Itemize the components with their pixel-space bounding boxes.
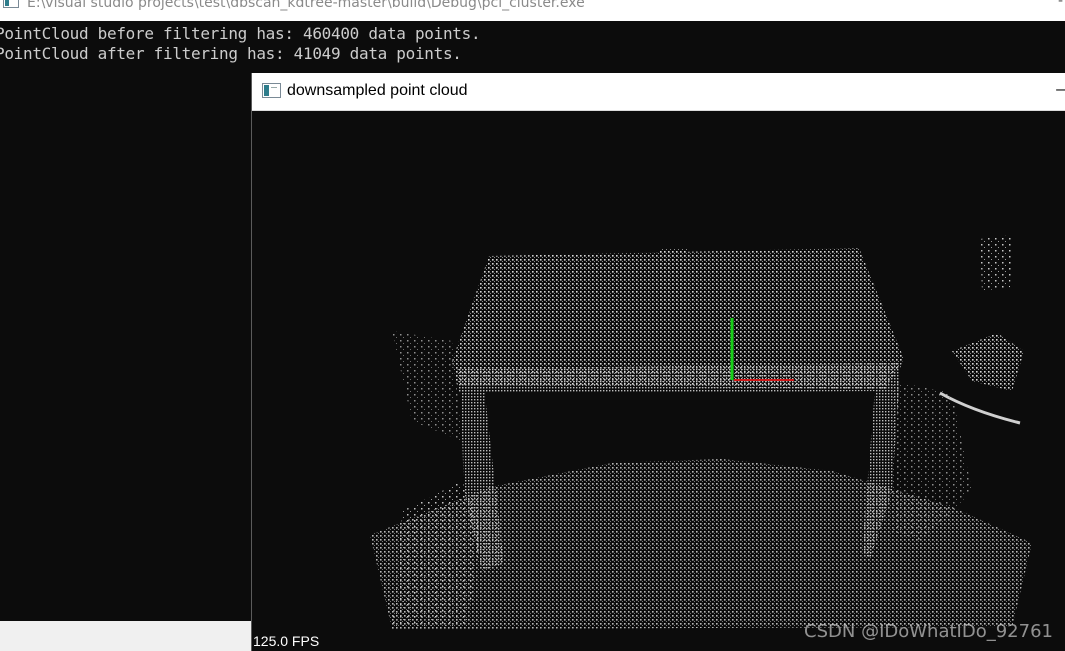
console-title: E:\visual studio projects\test\dbscan_kd… [27, 0, 585, 11]
viewer-titlebar[interactable]: downsampled point cloud – [252, 73, 1065, 111]
chair-point-cluster [952, 333, 1024, 391]
plant-point-cluster [392, 481, 482, 626]
object-on-table [660, 249, 688, 309]
noise-cluster-left [392, 331, 462, 441]
console-app-icon [3, 0, 19, 8]
console-titlebar[interactable]: E:\visual studio projects\test\dbscan_kd… [0, 0, 1065, 21]
desktop-strip [0, 621, 252, 651]
point-cloud-viewport[interactable]: 125.0 FPS CSDN @IDoWhatIDo_92761 [252, 111, 1065, 651]
console-line: PointCloud before filtering has: 460400 … [0, 24, 481, 43]
point-cloud-canvas [370, 235, 1032, 629]
viewer-minimize-button[interactable]: – [1056, 81, 1065, 99]
console-minimize-button[interactable]: - [1058, 0, 1063, 8]
fps-counter: 125.0 FPS [253, 633, 320, 649]
viewer-app-icon [262, 83, 281, 98]
console-line: PointCloud after filtering has: 41049 da… [0, 44, 462, 63]
watermark: CSDN @IDoWhatIDo_92761 [804, 621, 1053, 642]
point-cloud-viewer-window[interactable]: downsampled point cloud – 125.0 FPS CSDN… [251, 73, 1065, 651]
viewer-title: downsampled point cloud [287, 82, 468, 99]
far-object-cluster [980, 235, 1012, 291]
